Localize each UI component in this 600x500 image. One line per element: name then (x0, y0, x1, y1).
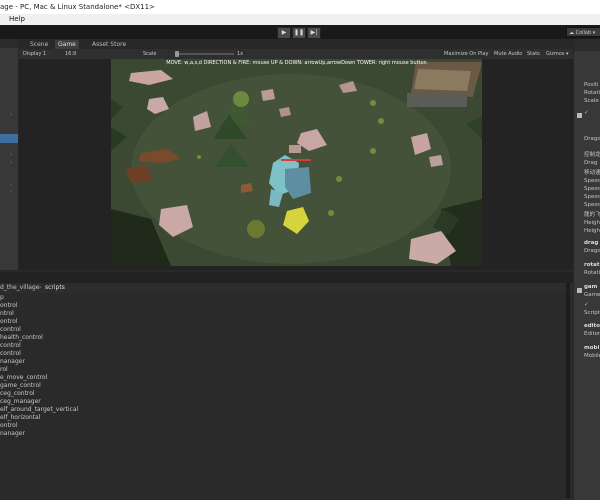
component-enabled-checkbox[interactable]: ✓ (584, 109, 589, 117)
list-item[interactable]: health_control (0, 334, 43, 342)
inspector-section-title: edito (584, 323, 600, 329)
inspector-field: Script (584, 310, 600, 316)
inspector-section-title: drag (584, 240, 599, 246)
breadcrumb: d_the_village › scripts (0, 283, 573, 293)
inspector-header (574, 39, 600, 51)
tab-asset-store[interactable]: Asset Store (89, 40, 129, 49)
project-panel: d_the_village › scripts p ontrol ntrol o… (0, 272, 573, 500)
menu-item-help[interactable]: Help (9, 14, 25, 25)
expand-arrow-icon[interactable]: › (10, 152, 12, 158)
game-viewport[interactable]: MOVE: w,a,s,d DIRECTION & FIRE: mouse UP… (111, 59, 482, 266)
game-panel: Scene Game Asset Store Display 1 16:9 Sc… (19, 39, 573, 270)
scale-label: Scale (143, 51, 157, 57)
inspector-field: Speed (584, 186, 600, 192)
menu-bar: Help (0, 14, 600, 25)
view-tabbar: Scene Game Asset Store (19, 39, 573, 49)
list-item[interactable]: nanager (0, 430, 25, 438)
step-button[interactable]: ▶| (307, 27, 321, 39)
scale-value: 1x (237, 51, 244, 57)
collab-button[interactable]: ☁ Collab ▾ (566, 27, 600, 37)
list-item[interactable]: ontrol (0, 318, 18, 326)
inspector-field: Rotati (584, 90, 600, 96)
script-icon (577, 288, 582, 293)
maximize-on-play-toggle[interactable]: Maximize On Play (444, 49, 488, 59)
inspector-section-title: mobi (584, 345, 600, 351)
expand-arrow-icon[interactable]: › (10, 189, 12, 195)
component-enabled-checkbox[interactable]: ✓ (584, 301, 589, 309)
pause-button[interactable]: ❚❚ (292, 27, 306, 39)
gizmos-dropdown[interactable]: Gizmos ▾ (546, 49, 569, 59)
window-title: age - PC, Mac & Linux Standalone* <DX11> (0, 3, 155, 11)
hierarchy-toolbar (0, 39, 18, 48)
list-item[interactable]: game_control (0, 382, 41, 390)
breadcrumb-parent[interactable]: d_the_village (0, 283, 39, 293)
inspector-field: 控制龙 (584, 152, 600, 158)
cloud-icon: ☁ (569, 30, 574, 36)
inspector-field: Mobile (584, 353, 600, 359)
inspector-field: Editor (584, 331, 600, 337)
inspector-field: Speed (584, 202, 600, 208)
scale-slider-track[interactable] (176, 53, 234, 55)
project-tabbar (0, 272, 573, 283)
inspector-field: Positi (584, 82, 599, 88)
inspector-field: Speed (584, 178, 600, 184)
aspect-dropdown[interactable]: 16:9 (65, 49, 76, 59)
breadcrumb-separator-icon: › (39, 284, 42, 291)
stats-toggle[interactable]: Stats (527, 49, 540, 59)
list-item[interactable]: control (0, 342, 21, 350)
inspector-field: Rotati (584, 270, 600, 276)
hud-instructions: MOVE: w,a,s,d DIRECTION & FIRE: mouse UP… (166, 60, 427, 66)
inspector-field: 移动速 (584, 170, 600, 176)
inspector-field: Game (584, 292, 600, 298)
inspector-field: 龍的飞 (584, 212, 600, 218)
inspector-field: Speed (584, 194, 600, 200)
list-item[interactable]: ceg_control (0, 390, 35, 398)
game-scene-graphic (111, 59, 482, 266)
list-item[interactable]: ontrol (0, 422, 18, 430)
expand-arrow-icon[interactable]: › (10, 112, 12, 118)
hierarchy-selected-row[interactable] (0, 134, 18, 143)
inspector-field: Drago (584, 136, 600, 142)
expand-arrow-icon[interactable]: › (10, 160, 12, 166)
list-item[interactable]: elf_around_target_vertical (0, 406, 78, 414)
collab-label: Collab ▾ (575, 30, 596, 36)
hierarchy-panel: › › › › › (0, 39, 18, 270)
inspector-field: Drago (584, 248, 600, 254)
scale-slider-handle[interactable] (175, 51, 179, 57)
display-dropdown[interactable]: Display 1 (23, 49, 46, 59)
window-titlebar: age - PC, Mac & Linux Standalone* <DX11> (0, 0, 600, 14)
list-item[interactable]: nanager (0, 358, 25, 366)
list-item[interactable]: ontrol (0, 302, 18, 310)
list-item[interactable]: control (0, 326, 21, 334)
inspector-field: Scale (584, 98, 599, 104)
tab-game[interactable]: Game (55, 40, 79, 49)
breadcrumb-current[interactable]: scripts (45, 283, 65, 293)
main-toolbar: ▶ ❚❚ ▶| (0, 25, 600, 62)
mute-audio-toggle[interactable]: Mute Audio (494, 49, 522, 59)
list-item[interactable]: ntrol (0, 310, 14, 318)
list-item[interactable]: e_move_control (0, 374, 47, 382)
inspector-field: Drag (584, 160, 598, 166)
script-icon (577, 113, 582, 118)
inspector-panel: Positi Rotati Scale ✓ Drago 控制龙 Drag 移动速… (574, 39, 600, 500)
inspector-field: Heigh (584, 220, 600, 226)
list-item[interactable]: elf_horizontal (0, 414, 40, 422)
play-button[interactable]: ▶ (277, 27, 291, 39)
list-item[interactable]: control (0, 350, 21, 358)
inspector-section-title: rotat (584, 262, 600, 268)
project-scrollbar[interactable] (566, 282, 570, 498)
list-item[interactable]: rol (0, 366, 8, 374)
inspector-section-title: gam (584, 284, 598, 290)
list-item[interactable]: ceg_manager (0, 398, 41, 406)
list-item[interactable]: p (0, 294, 4, 302)
inspector-field: Heigh (584, 228, 600, 234)
expand-arrow-icon[interactable]: › (10, 182, 12, 188)
tab-scene[interactable]: Scene (27, 40, 51, 49)
game-view-toolbar: Display 1 16:9 Scale 1x Maximize On Play… (19, 49, 573, 59)
